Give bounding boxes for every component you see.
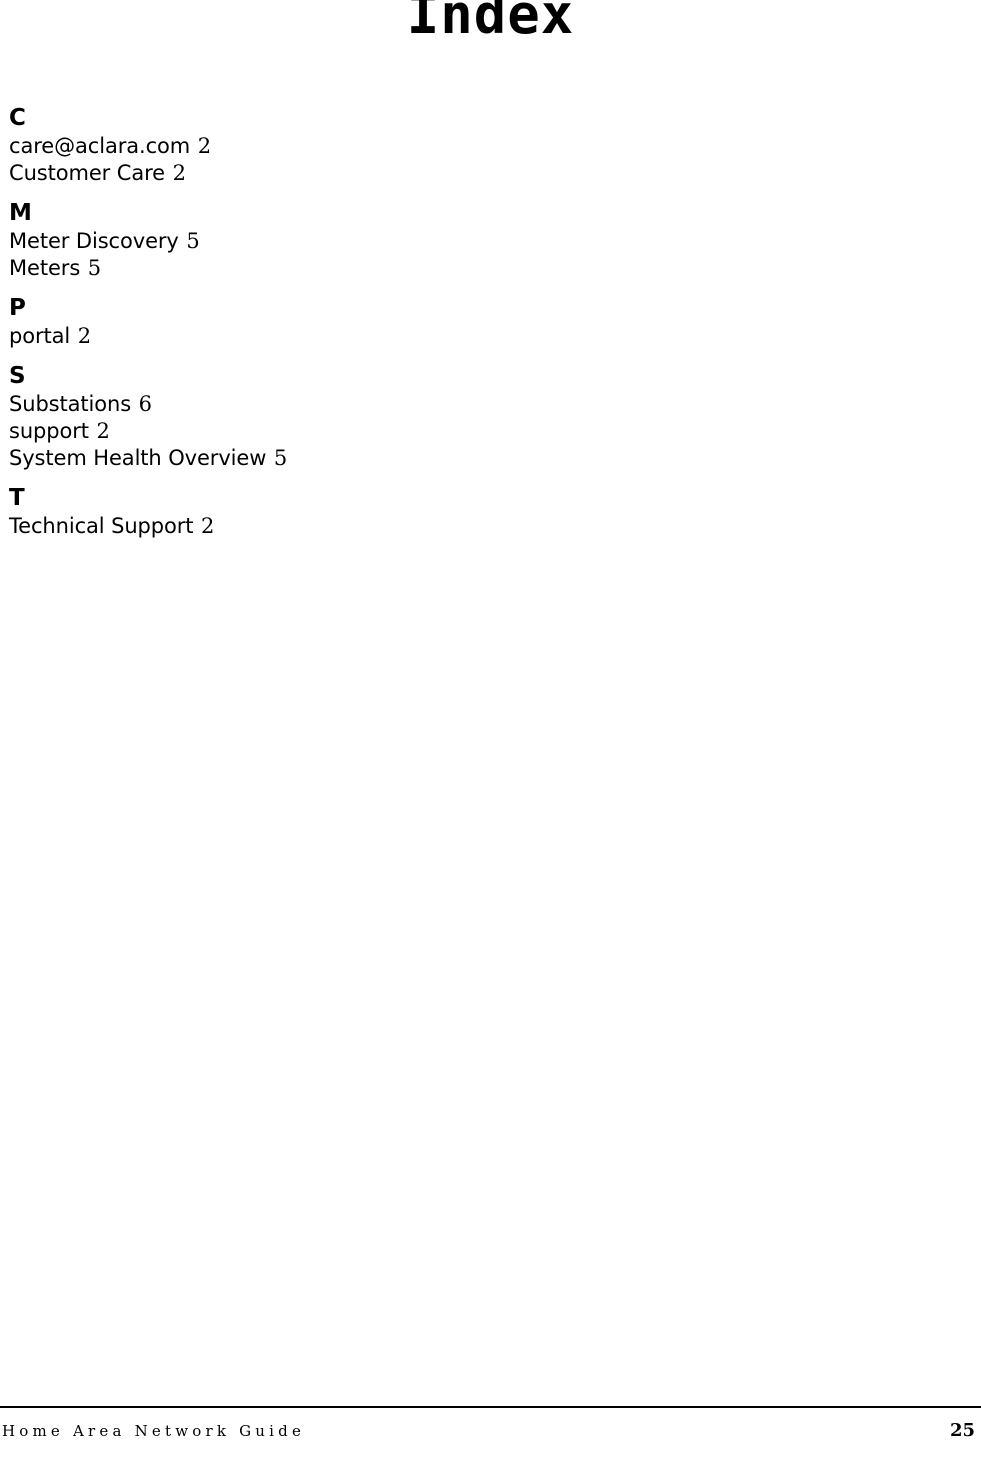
index-entry-page: 5 — [273, 446, 288, 470]
footer-divider — [0, 1406, 981, 1408]
index-entry-term: portal — [9, 324, 71, 348]
index-entry-page: 2 — [77, 324, 91, 348]
index-entry-page: 5 — [87, 256, 102, 280]
index-entry[interactable]: portal 2 — [9, 323, 609, 350]
section-letter: T — [9, 485, 25, 511]
index-entry-page: 6 — [138, 392, 152, 416]
section-letter: M — [9, 200, 32, 226]
index-entry-page: 5 — [186, 229, 200, 253]
index-entry-term: Meter Discovery — [9, 229, 179, 253]
index-entry[interactable]: Meter Discovery 5 — [9, 228, 609, 255]
index-entry[interactable]: Technical Support 2 — [9, 513, 609, 540]
index-entry-term: System Health Overview — [9, 446, 267, 470]
index-entry-page: 2 — [197, 134, 211, 158]
index-entry[interactable]: care@aclara.com 2 — [9, 133, 609, 160]
footer-page-number: 25 — [949, 1420, 975, 1441]
index-entry[interactable]: Meters 5 — [9, 255, 609, 282]
index-entry-term: Meters — [9, 256, 81, 280]
index-entry-list: Ccare@aclara.com 2 Customer Care 2 M Meter … — [9, 104, 609, 540]
page-title: Index — [406, 0, 575, 46]
footer-content: Home Area Network Guide 25 — [0, 1420, 981, 1441]
section-letter: S — [9, 363, 26, 389]
index-entry-term: support — [9, 419, 89, 443]
page-footer: Home Area Network Guide 25 — [0, 1406, 981, 1466]
index-section-p: Pportal 2 — [9, 294, 609, 350]
index-entry[interactable]: Customer Care 2 — [9, 160, 609, 187]
index-entry-term: Technical Support — [9, 514, 194, 538]
index-entry-term: care@aclara.com — [9, 134, 191, 158]
index-entry-term: Customer Care — [9, 161, 166, 185]
index-entry-term: Substations — [9, 392, 132, 416]
section-letter: P — [9, 295, 26, 321]
index-entry[interactable]: support 2 — [9, 418, 609, 445]
index-section-s: S Substations 6 support 2 System Health Ove… — [9, 362, 609, 472]
index-section-m: M Meter Discovery 5 Meters 5 — [9, 199, 609, 282]
index-entry[interactable]: System Health Overview 5 — [9, 445, 609, 472]
index-entry[interactable]: Substations 6 — [9, 391, 609, 418]
index-entry-page: 2 — [96, 419, 110, 443]
index-section-c: Ccare@aclara.com 2 Customer Care 2 — [9, 104, 609, 187]
footer-guide-name: Home Area Network Guide — [2, 1422, 306, 1440]
index-entry-page: 2 — [172, 161, 186, 185]
index-entry-page: 2 — [201, 514, 215, 538]
index-section-t: T Technical Support 2 — [9, 484, 609, 540]
section-letter: C — [9, 105, 26, 131]
